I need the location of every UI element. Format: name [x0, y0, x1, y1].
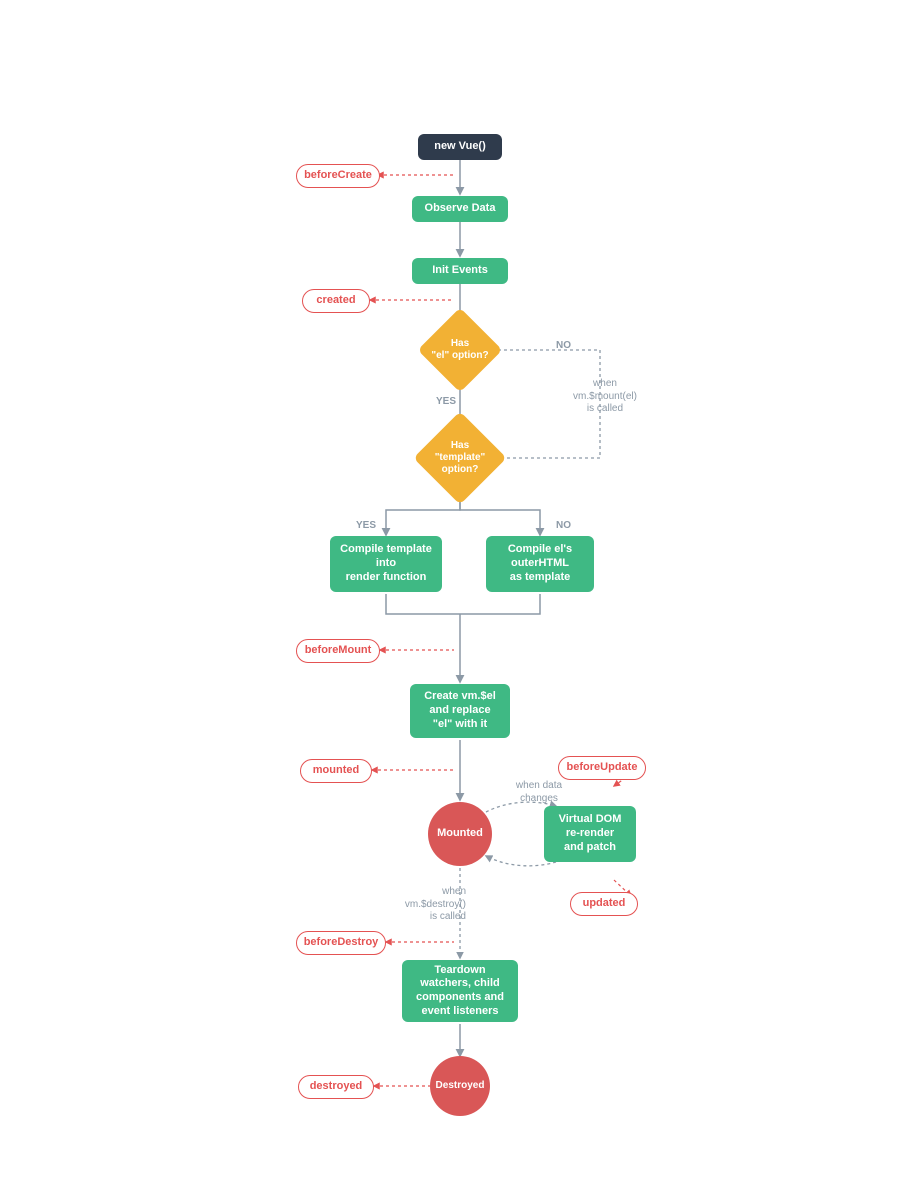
node-virtual-dom: Virtual DOM re-render and patch: [544, 806, 636, 862]
node-compile-el: Compile el's outerHTML as template: [486, 536, 594, 592]
vue-lifecycle-diagram: new Vue() Observe Data Init Events Has "…: [0, 0, 920, 1191]
decision-has-el: Has "el" option?: [430, 320, 490, 380]
node-teardown: Teardown watchers, child components and …: [402, 960, 518, 1022]
label-yes-1: YES: [436, 396, 456, 407]
node-compile-template: Compile template into render function: [330, 536, 442, 592]
note-when-data: when data changes: [504, 780, 574, 805]
label-no-2: NO: [556, 520, 571, 531]
label-no-1: NO: [556, 340, 571, 351]
hook-created: created: [302, 289, 370, 313]
node-label: Destroyed: [436, 1080, 485, 1093]
state-mounted: Mounted: [428, 802, 492, 866]
node-label: Virtual DOM re-render and patch: [559, 813, 622, 854]
node-create-vm-el: Create vm.$el and replace "el" with it: [410, 684, 510, 738]
hook-label: destroyed: [310, 1080, 363, 1094]
node-init-events: Init Events: [412, 258, 508, 284]
node-observe-data: Observe Data: [412, 196, 508, 222]
node-label: Teardown watchers, child components and …: [416, 964, 504, 1019]
hook-label: beforeUpdate: [567, 761, 638, 775]
hook-before-destroy: beforeDestroy: [296, 931, 386, 955]
hook-label: updated: [583, 897, 626, 911]
note-when-mount: when vm.$mount(el) is called: [565, 378, 645, 416]
label-yes-2: YES: [356, 520, 376, 531]
node-new-vue: new Vue(): [418, 134, 502, 160]
hook-before-update: beforeUpdate: [558, 756, 646, 780]
hook-destroyed: destroyed: [298, 1075, 374, 1099]
hook-mounted: mounted: [300, 759, 372, 783]
node-label: Mounted: [437, 827, 483, 841]
node-label: Create vm.$el and replace "el" with it: [424, 690, 496, 731]
node-label: Observe Data: [425, 202, 496, 216]
hook-before-create: beforeCreate: [296, 164, 380, 188]
hook-updated: updated: [570, 892, 638, 916]
hook-before-mount: beforeMount: [296, 639, 380, 663]
node-label: Init Events: [432, 264, 488, 278]
node-label: Compile template into render function: [340, 543, 432, 584]
state-destroyed: Destroyed: [430, 1056, 490, 1116]
hook-label: created: [316, 294, 355, 308]
hook-label: mounted: [313, 764, 359, 778]
note-when-destroy: when vm.$destroy() is called: [388, 886, 466, 924]
hook-label: beforeDestroy: [304, 936, 379, 950]
node-label: Has "template" option?: [435, 440, 486, 476]
hook-label: beforeMount: [305, 644, 372, 658]
node-label: Has "el" option?: [431, 338, 488, 362]
hook-label: beforeCreate: [304, 169, 372, 183]
node-label: Compile el's outerHTML as template: [508, 543, 572, 584]
node-label: new Vue(): [434, 140, 486, 154]
decision-has-template: Has "template" option?: [427, 425, 493, 491]
